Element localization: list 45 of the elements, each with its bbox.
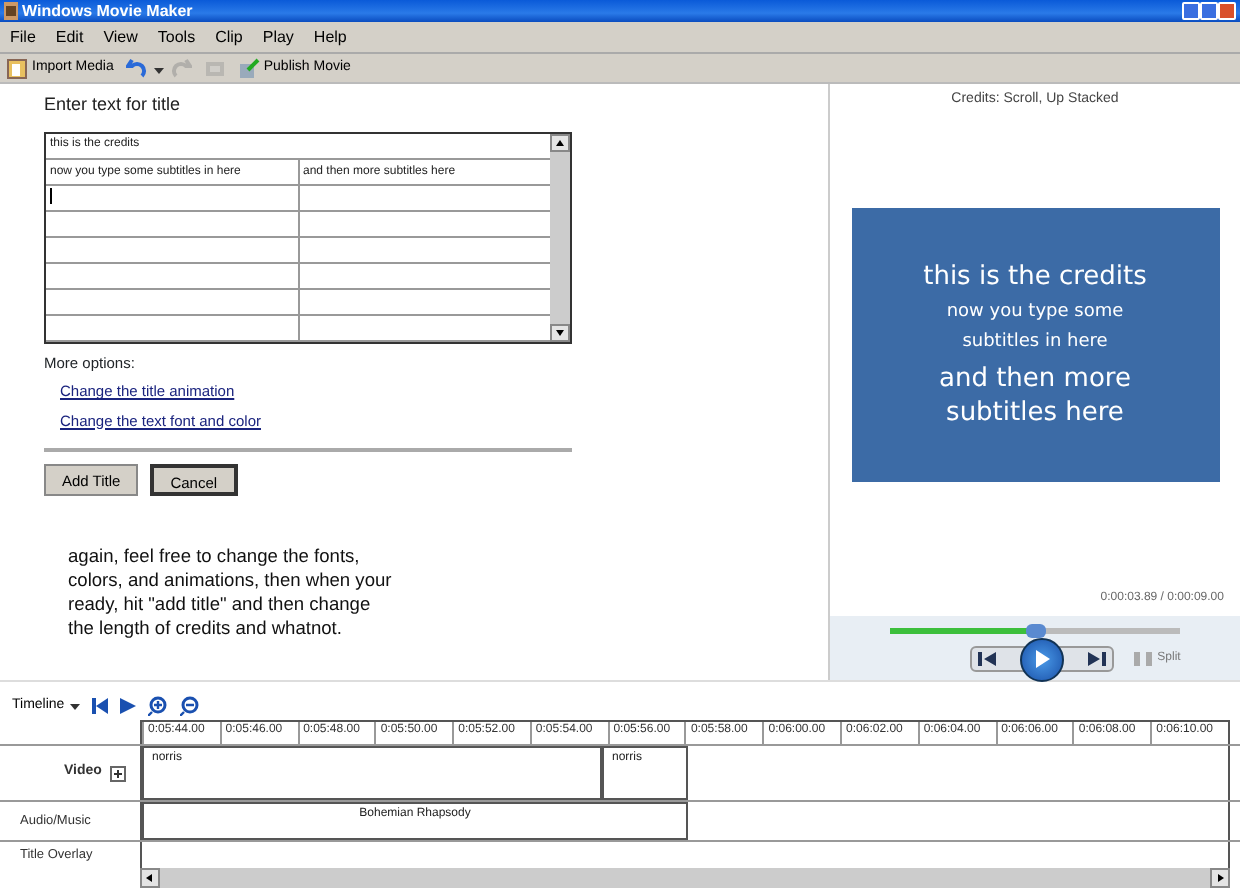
menu-item[interactable]: Play <box>252 25 304 49</box>
editor-heading: Enter text for title <box>44 92 183 118</box>
horizontal-scrollbar[interactable] <box>140 868 1230 888</box>
menu-item[interactable]: Tools <box>147 25 206 49</box>
previous-frame-button[interactable] <box>977 651 996 665</box>
menu-item[interactable]: Help <box>303 25 357 49</box>
grid-cell[interactable] <box>298 211 550 237</box>
menu-item[interactable]: View <box>93 25 148 49</box>
play-button[interactable] <box>1019 637 1064 681</box>
window-title: Windows Movie Maker <box>22 0 193 23</box>
expand-icon[interactable] <box>109 765 126 781</box>
minimize-button[interactable] <box>1182 2 1200 20</box>
play-icon[interactable] <box>120 698 137 714</box>
restore-button[interactable] <box>1200 2 1218 20</box>
menu-item[interactable]: Clip <box>205 25 253 49</box>
rewind-icon[interactable] <box>92 698 109 714</box>
credit-text: this is the credits <box>923 259 1147 293</box>
menu-item[interactable]: Edit <box>45 25 94 49</box>
caret-icon <box>70 701 81 711</box>
grid-cell[interactable] <box>298 289 550 315</box>
grid-cell[interactable] <box>298 237 550 263</box>
next-frame-button[interactable] <box>1087 651 1106 665</box>
seek-thumb[interactable] <box>1025 623 1045 637</box>
import-media-icon <box>6 57 28 79</box>
next-icon <box>1087 651 1106 665</box>
play-icon <box>1033 650 1050 668</box>
scroll-right-icon[interactable] <box>1210 868 1230 888</box>
credit-text: and then more subtitles here <box>937 361 1133 429</box>
grid-cell[interactable] <box>298 263 550 289</box>
menu-item[interactable]: File <box>0 25 46 49</box>
hint-text: again, feel free to change the fonts, colors, and animations, then when your ready, hit "add title" and then change the length of credits and whatnot. <box>68 543 394 640</box>
zoom-in-icon[interactable] <box>148 696 169 716</box>
grid-cell[interactable] <box>298 185 550 211</box>
scroll-left-icon[interactable] <box>140 868 160 888</box>
credit-text: now you type some subtitles in here <box>944 299 1126 355</box>
grid-cell[interactable] <box>46 185 298 211</box>
zoom-out-icon[interactable] <box>180 696 201 716</box>
previous-icon <box>977 651 996 665</box>
publish-icon <box>237 57 260 79</box>
grid-cell[interactable] <box>298 315 550 341</box>
scroll-up-icon[interactable] <box>550 133 570 151</box>
split-icon <box>1133 651 1152 665</box>
app-icon <box>4 2 18 20</box>
scroll-down-icon[interactable] <box>550 324 570 342</box>
close-button[interactable] <box>1218 2 1236 20</box>
